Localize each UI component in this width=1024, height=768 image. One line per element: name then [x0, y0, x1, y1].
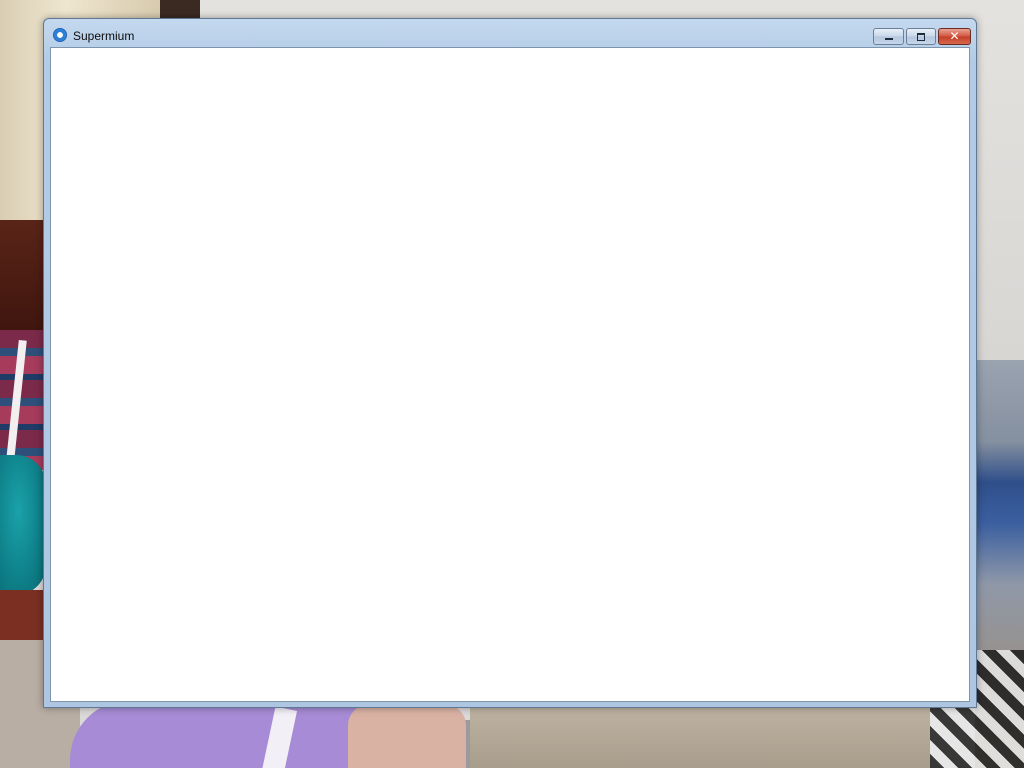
app-window[interactable]: Supermium ✕ [43, 18, 977, 708]
minimize-icon [885, 38, 893, 40]
purple-cloth [70, 700, 390, 768]
beige-sheet [470, 705, 930, 768]
hand [348, 705, 466, 768]
maximize-icon [917, 33, 925, 41]
headboard [0, 220, 46, 330]
supermium-app-icon[interactable] [53, 28, 67, 42]
window-content-area[interactable] [50, 47, 970, 702]
title-bar[interactable]: Supermium ✕ [44, 19, 976, 47]
close-icon: ✕ [949, 29, 960, 43]
minimize-button[interactable] [873, 28, 904, 45]
maximize-button[interactable] [906, 28, 936, 45]
close-button[interactable]: ✕ [938, 28, 971, 45]
wall-post [160, 0, 202, 20]
window-title: Supermium [73, 29, 135, 43]
desktop-background: Supermium ✕ [0, 0, 1024, 768]
teal-pillow [0, 455, 46, 595]
